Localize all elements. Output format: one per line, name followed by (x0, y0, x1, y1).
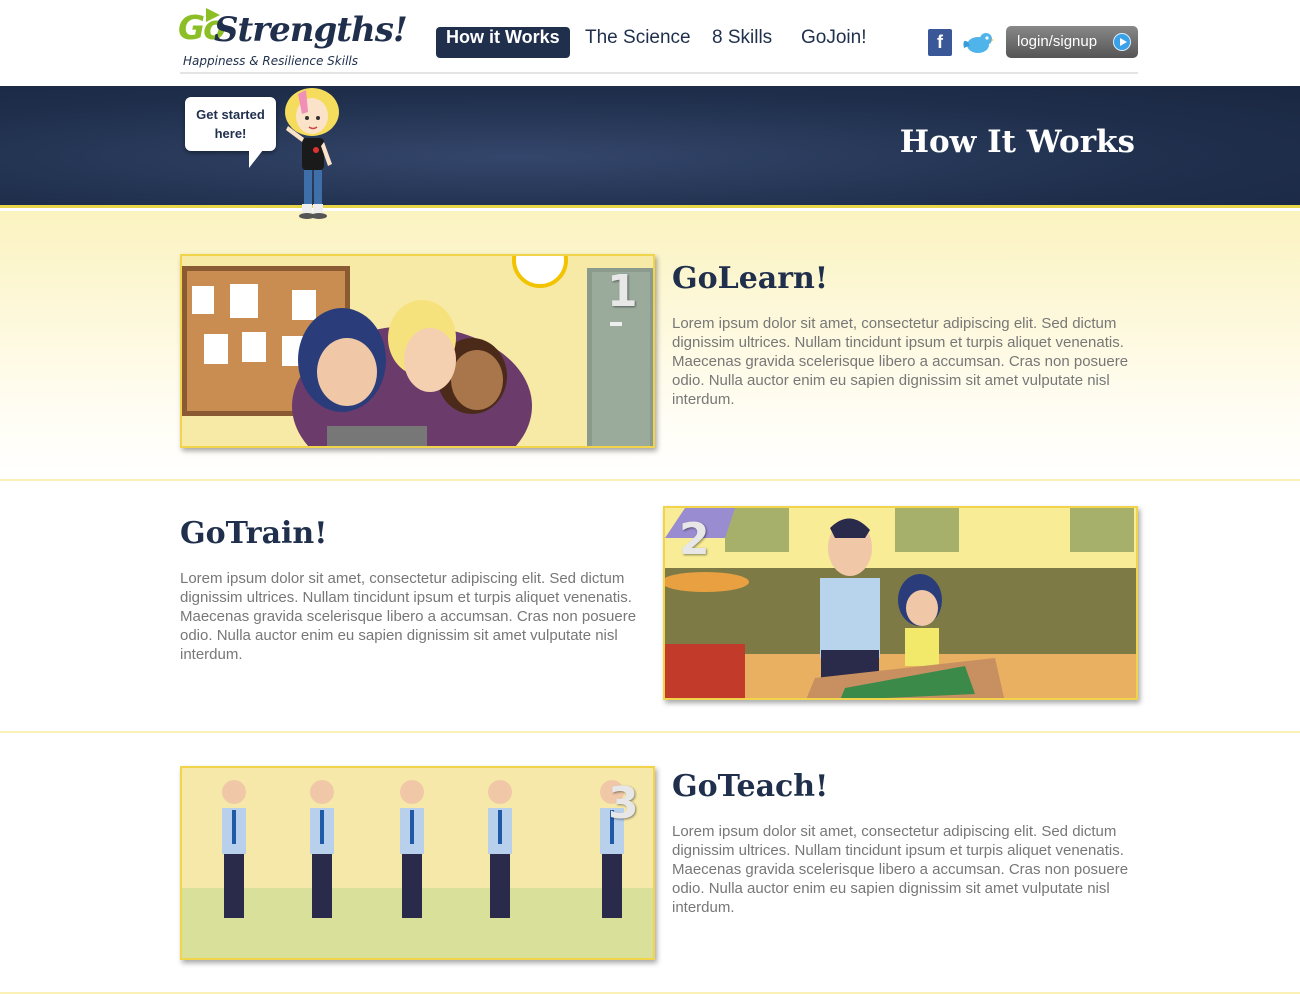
login-signup-button[interactable]: login/signup (1006, 26, 1138, 58)
section-step-3: 3 GoTeach! Lorem ipsum dolor sit amet, c… (0, 735, 1300, 994)
step-1-text: Lorem ipsum dolor sit amet, consectetur … (672, 315, 1129, 408)
section-step-1: 1 GoLearn! Lorem ipsum dolor sit amet, c… (0, 211, 1300, 481)
step-3-image: 3 (180, 766, 655, 960)
step-1-title: GoLearn! (672, 261, 829, 296)
nav-8-skills[interactable]: 8 Skills (712, 27, 772, 58)
step-3-number: 3 (608, 778, 639, 829)
bubble-line-1: Get started (196, 107, 265, 122)
section-step-2: GoTrain! Lorem ipsum dolor sit amet, con… (0, 483, 1300, 733)
facebook-icon[interactable]: f (928, 29, 952, 56)
page-title: How It Works (899, 124, 1135, 160)
step-2-text: Lorem ipsum dolor sit amet, consectetur … (180, 570, 637, 663)
step-1-image: 1 (180, 254, 655, 448)
login-signup-label: login/signup (1017, 33, 1098, 50)
arrow-right-icon (1113, 33, 1131, 51)
nav-the-science[interactable]: The Science (585, 27, 691, 58)
site-header: Go Strengths! Happiness & Resilience Ski… (0, 0, 1300, 86)
get-started-bubble[interactable]: Get started here! (185, 97, 276, 151)
step-2-image: 2 (663, 506, 1138, 700)
site-logo[interactable]: Go Strengths! Happiness & Resilience Ski… (178, 6, 408, 72)
twitter-icon[interactable] (962, 30, 994, 56)
step-3-title: GoTeach! (672, 769, 829, 804)
step-2-number: 2 (679, 514, 710, 565)
header-divider (180, 72, 1138, 74)
nav-gojoin[interactable]: GoJoin! (801, 27, 866, 58)
step-2-title: GoTrain! (180, 516, 328, 551)
bubble-line-2: here! (214, 126, 247, 141)
step-3-text: Lorem ipsum dolor sit amet, consectetur … (672, 823, 1129, 916)
mascot-girl-illustration (285, 88, 339, 219)
logo-tagline: Happiness & Resilience Skills (183, 54, 359, 68)
logo-name-text: Strengths! (214, 10, 408, 50)
step-1-number: 1 (607, 266, 638, 317)
bubble-tail (249, 150, 263, 168)
nav-how-it-works[interactable]: How it Works (436, 27, 570, 58)
